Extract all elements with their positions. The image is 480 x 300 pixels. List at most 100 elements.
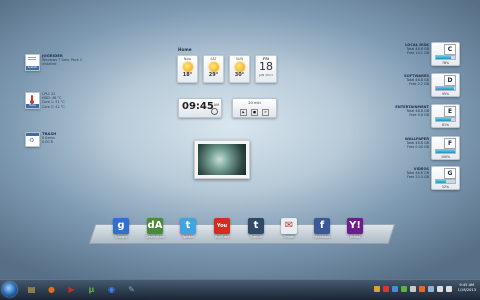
- dock-item-gmail[interactable]: ✉ Gmail: [279, 218, 299, 239]
- weather-temp: 29°: [208, 72, 219, 78]
- taskbar-clock[interactable]: 9:45 AM 1/18/2013: [458, 283, 476, 293]
- drive-percent: 52%: [441, 185, 450, 189]
- drive-free: Free 23.3 GB: [407, 175, 429, 180]
- tray-icon[interactable]: [410, 286, 416, 292]
- photo-image: [198, 144, 246, 175]
- dock-item-tumblr[interactable]: t Tumblr: [246, 218, 266, 239]
- paint-icon[interactable]: ✎: [124, 283, 139, 297]
- drive-usage-bar: [435, 179, 456, 184]
- drive-free: Free 9.0 GB: [409, 113, 429, 118]
- drive-percent: 100%: [440, 155, 451, 159]
- dock-item-facebook[interactable]: f Facebook: [312, 218, 332, 239]
- sun-icon: [234, 62, 245, 72]
- tray-icon[interactable]: [419, 286, 425, 292]
- drive-box: C 78%: [431, 42, 460, 66]
- volume-icon[interactable]: [446, 286, 452, 292]
- weather-day: SAT: [210, 57, 217, 61]
- media-player-icon[interactable]: ▶: [64, 283, 79, 297]
- network-icon[interactable]: [437, 286, 443, 292]
- drive-c[interactable]: LOCAL DISK Total 48.8 GB Free 10.1 GB C …: [370, 42, 460, 66]
- widget-caption: System: [26, 66, 39, 70]
- drive-letter: D: [444, 75, 456, 86]
- dock-item-twitter[interactable]: t Twitter: [178, 218, 198, 239]
- drive-e[interactable]: ENTERTAINMENT Total 48.8 GB Free 9.0 GB …: [370, 104, 460, 128]
- drive-free: Free 10.1 GB: [407, 51, 429, 56]
- system-tray: 9:45 AM 1/18/2013: [368, 280, 480, 300]
- twitter-icon: t: [180, 218, 196, 234]
- drive-d[interactable]: SOFTWARES Total 48.8 GB Free 2.2 GB D 95…: [370, 73, 460, 97]
- weather-sun[interactable]: SUN 30°: [229, 55, 250, 83]
- tray-icon[interactable]: [383, 286, 389, 292]
- drive-usage-bar: [435, 117, 456, 122]
- drive-g[interactable]: VIDEOS Total 48.8 GB Free 23.3 GB G 52%: [370, 166, 460, 190]
- dock-item-yahoo[interactable]: Y! Yahoo: [345, 218, 365, 239]
- facebook-icon: f: [314, 218, 330, 234]
- drive-letter: C: [444, 44, 456, 55]
- calendar-month: JAN 2013: [259, 73, 273, 77]
- weather-day: SUN: [235, 57, 244, 61]
- drive-usage-bar: [435, 55, 456, 60]
- deviantart-icon: dA: [147, 218, 163, 234]
- drive-letter: F: [444, 138, 456, 149]
- drive-letter: G: [444, 168, 456, 179]
- drive-free: Free 0.00 GB: [407, 145, 429, 150]
- widget-caption: Temp: [26, 104, 39, 108]
- drive-percent: 78%: [441, 61, 450, 65]
- thermometer-icon: Temp: [25, 92, 40, 109]
- weather-location: Home: [178, 47, 192, 52]
- drive-usage-bar: [435, 149, 456, 154]
- weather-now[interactable]: Now 18°: [177, 55, 198, 83]
- weather-day: Now: [183, 57, 192, 61]
- yahoo-icon: Y!: [347, 218, 363, 234]
- weather-sat[interactable]: SAT 29°: [203, 55, 224, 83]
- tray-icon[interactable]: [428, 286, 434, 292]
- drive-letter: E: [444, 106, 456, 117]
- dock-item-google[interactable]: g Google: [111, 218, 131, 239]
- timer-play-button[interactable]: ▶: [240, 109, 247, 116]
- tray-icon[interactable]: [374, 286, 380, 292]
- widget-line: Installed: [42, 62, 57, 67]
- photo-frame[interactable]: [194, 140, 250, 179]
- google-icon: g: [113, 218, 129, 234]
- timer-stop-button[interactable]: ■: [251, 109, 258, 116]
- dock-item-deviantart[interactable]: dA Deviantart: [145, 218, 165, 239]
- dock-label: Yahoo: [349, 235, 361, 239]
- firefox-icon[interactable]: ●: [44, 283, 59, 297]
- timer-widget[interactable]: 20 min ▶ ■ ↺: [232, 98, 277, 118]
- explorer-folder-icon[interactable]: ▤: [24, 283, 39, 297]
- timer-reset-button[interactable]: ↺: [262, 109, 269, 116]
- drive-percent: 81%: [441, 123, 450, 127]
- recycle-bin-icon: ♻: [25, 132, 40, 147]
- drive-usage-bar: [435, 86, 456, 91]
- drive-box: F 100%: [431, 136, 460, 160]
- drive-box: D 95%: [431, 73, 460, 97]
- sun-icon: [182, 62, 193, 72]
- weather-temp: 30°: [234, 72, 245, 78]
- clock-icon: [211, 108, 218, 115]
- dock-item-youtube[interactable]: You YouTube: [212, 218, 232, 239]
- computer-icon: System: [25, 54, 40, 71]
- taskbar: ▤ ● ▶ µ ◉ ✎ 9:45 AM 1/18/2013: [0, 279, 480, 300]
- taskbar-date: 1/18/2013: [457, 288, 476, 292]
- sun-icon: [208, 62, 219, 72]
- gmail-icon: ✉: [281, 218, 297, 234]
- utorrent-icon[interactable]: µ: [84, 283, 99, 297]
- clock-period: AM: [213, 103, 219, 107]
- youtube-icon: You: [214, 218, 230, 234]
- clock-time: 09:45: [182, 101, 214, 112]
- drive-f[interactable]: WALLPAPER Total 48.8 GB Free 0.00 GB F 1…: [370, 136, 460, 160]
- timer-label: 20 min: [248, 101, 261, 105]
- clock-widget[interactable]: 09:45 AM: [178, 98, 222, 118]
- start-button[interactable]: [2, 282, 17, 297]
- drive-box: G 52%: [431, 166, 460, 190]
- tumblr-icon: t: [248, 218, 264, 234]
- weather-temp: 18°: [182, 72, 193, 78]
- drive-free: Free 2.2 GB: [409, 82, 429, 87]
- tray-icon[interactable]: [392, 286, 398, 292]
- calendar-widget[interactable]: FRI 18 JAN 2013: [255, 55, 277, 83]
- drive-percent: 95%: [441, 92, 450, 96]
- calendar-day: 18: [259, 60, 273, 73]
- chrome-icon[interactable]: ◉: [104, 283, 119, 297]
- widget-line: 0.00 B: [42, 140, 53, 145]
- tray-icon[interactable]: [401, 286, 407, 292]
